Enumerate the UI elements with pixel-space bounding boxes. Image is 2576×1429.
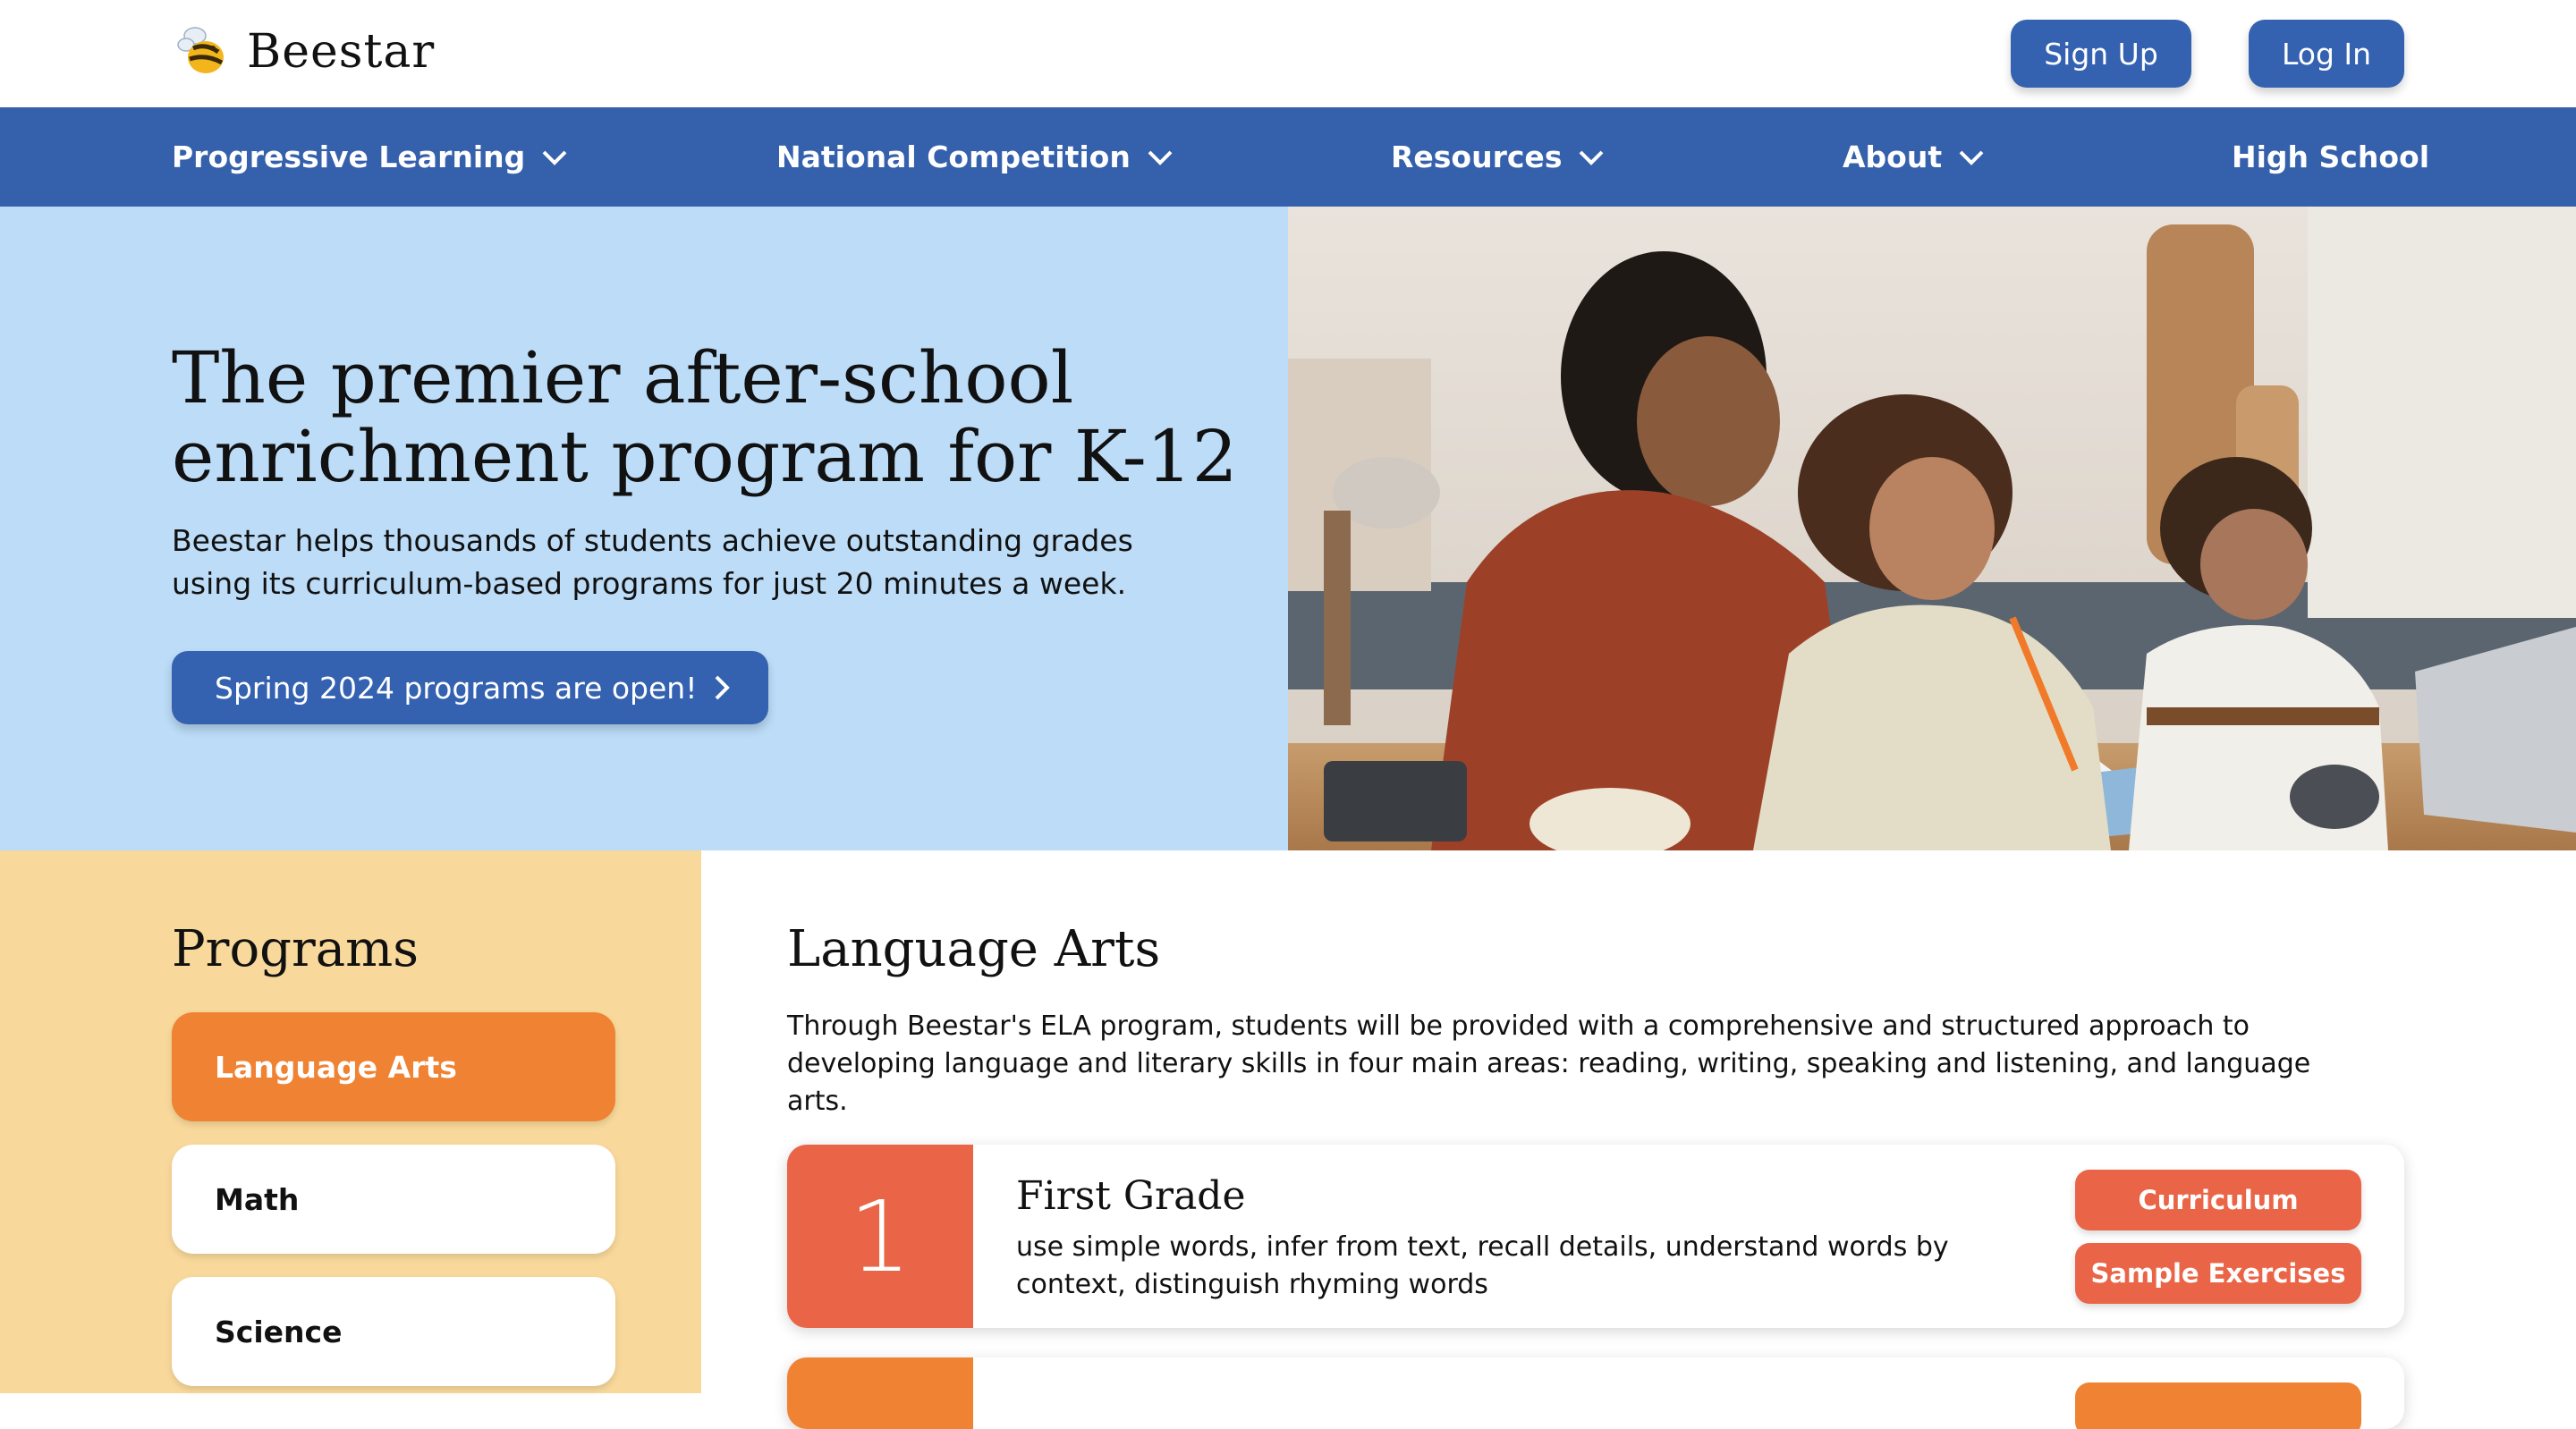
chevron-down-icon (542, 150, 567, 165)
cta-label: Spring 2024 programs are open! (215, 670, 698, 706)
spring-programs-button[interactable]: Spring 2024 programs are open! (172, 651, 768, 724)
nav-resources[interactable]: Resources (1391, 107, 1605, 207)
grade-title: First Grade (1016, 1173, 1246, 1219)
curriculum-button[interactable]: Curriculum (2075, 1170, 2361, 1230)
nav-progressive-learning[interactable]: Progressive Learning (172, 107, 568, 207)
programs-heading: Programs (172, 920, 419, 978)
grade-number-block (787, 1357, 973, 1429)
program-language-arts[interactable]: Language Arts (172, 1012, 615, 1121)
nav-high-school[interactable]: High School (2232, 107, 2429, 207)
chevron-down-icon (1580, 150, 1604, 165)
programs-sidebar: Programs Language Arts Math Science (0, 850, 701, 1393)
nav-label: Resources (1391, 140, 1563, 174)
main-nav: Progressive Learning National Competitio… (0, 107, 2576, 207)
curriculum-button-partial[interactable] (2075, 1382, 2361, 1429)
nav-label: High School (2232, 140, 2430, 174)
logo[interactable]: Beestar (174, 21, 435, 82)
content-heading: Language Arts (787, 920, 1161, 978)
sample-exercises-button[interactable]: Sample Exercises (2075, 1243, 2361, 1304)
hero-section: The premier after-school enrichment prog… (0, 207, 1288, 850)
nav-label: Progressive Learning (172, 140, 526, 174)
chevron-down-icon (1959, 150, 1984, 165)
hero-photo (1288, 207, 2576, 850)
grade-description: use simple words, infer from text, recal… (1016, 1231, 1949, 1300)
log-in-button[interactable]: Log In (2249, 20, 2404, 88)
grade-number: 1 (787, 1145, 973, 1328)
bee-logo-icon (177, 27, 224, 73)
nav-label: About (1843, 140, 1943, 174)
family-studying-image (1288, 207, 2576, 850)
program-content: Language Arts Through Beestar's ELA prog… (701, 850, 2576, 1429)
grade-card-next (787, 1357, 2404, 1429)
content-description: Through Beestar's ELA program, students … (787, 1010, 2311, 1117)
hero-title: The premier after-school enrichment prog… (172, 336, 1238, 498)
program-math[interactable]: Math (172, 1145, 615, 1254)
nav-label: National Competition (776, 140, 1131, 174)
program-science[interactable]: Science (172, 1277, 615, 1386)
sign-up-button[interactable]: Sign Up (2011, 20, 2191, 88)
brand-name: Beestar (247, 25, 436, 79)
top-header: Beestar Sign Up Log In (0, 0, 2576, 107)
hero-subtitle: Beestar helps thousands of students achi… (172, 523, 1133, 601)
chevron-right-icon (715, 675, 730, 700)
chevron-down-icon (1148, 150, 1173, 165)
nav-about[interactable]: About (1843, 107, 1985, 207)
nav-national-competition[interactable]: National Competition (776, 107, 1174, 207)
grade-card-first: 1 First Grade use simple words, infer fr… (787, 1145, 2404, 1328)
